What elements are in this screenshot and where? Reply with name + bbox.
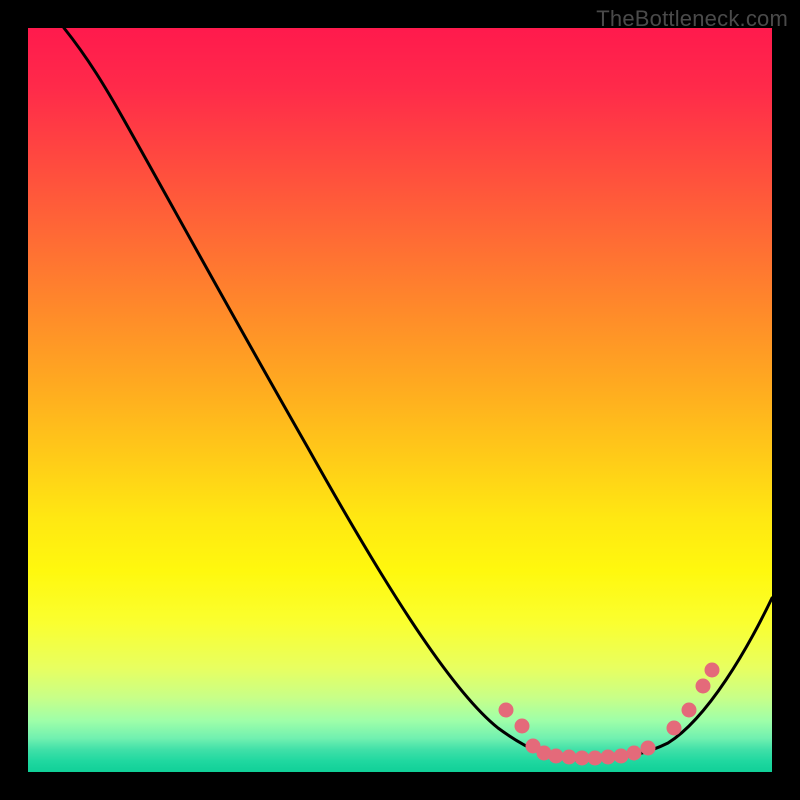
curve-marker [682, 703, 697, 718]
curve-marker [614, 749, 629, 764]
curve-marker [705, 663, 720, 678]
curve-marker [575, 751, 590, 766]
curve-marker [627, 746, 642, 761]
curve-marker [562, 750, 577, 765]
curve-marker [696, 679, 711, 694]
marker-group [499, 663, 720, 766]
chart-frame: TheBottleneck.com [0, 0, 800, 800]
curve-marker [549, 749, 564, 764]
watermark-text: TheBottleneck.com [596, 6, 788, 32]
curve-marker [499, 703, 514, 718]
bottleneck-curve [64, 28, 772, 760]
curve-marker [667, 721, 682, 736]
chart-svg [28, 28, 772, 772]
curve-marker [515, 719, 530, 734]
curve-marker [641, 741, 656, 756]
curve-marker [588, 751, 603, 766]
curve-marker [601, 750, 616, 765]
